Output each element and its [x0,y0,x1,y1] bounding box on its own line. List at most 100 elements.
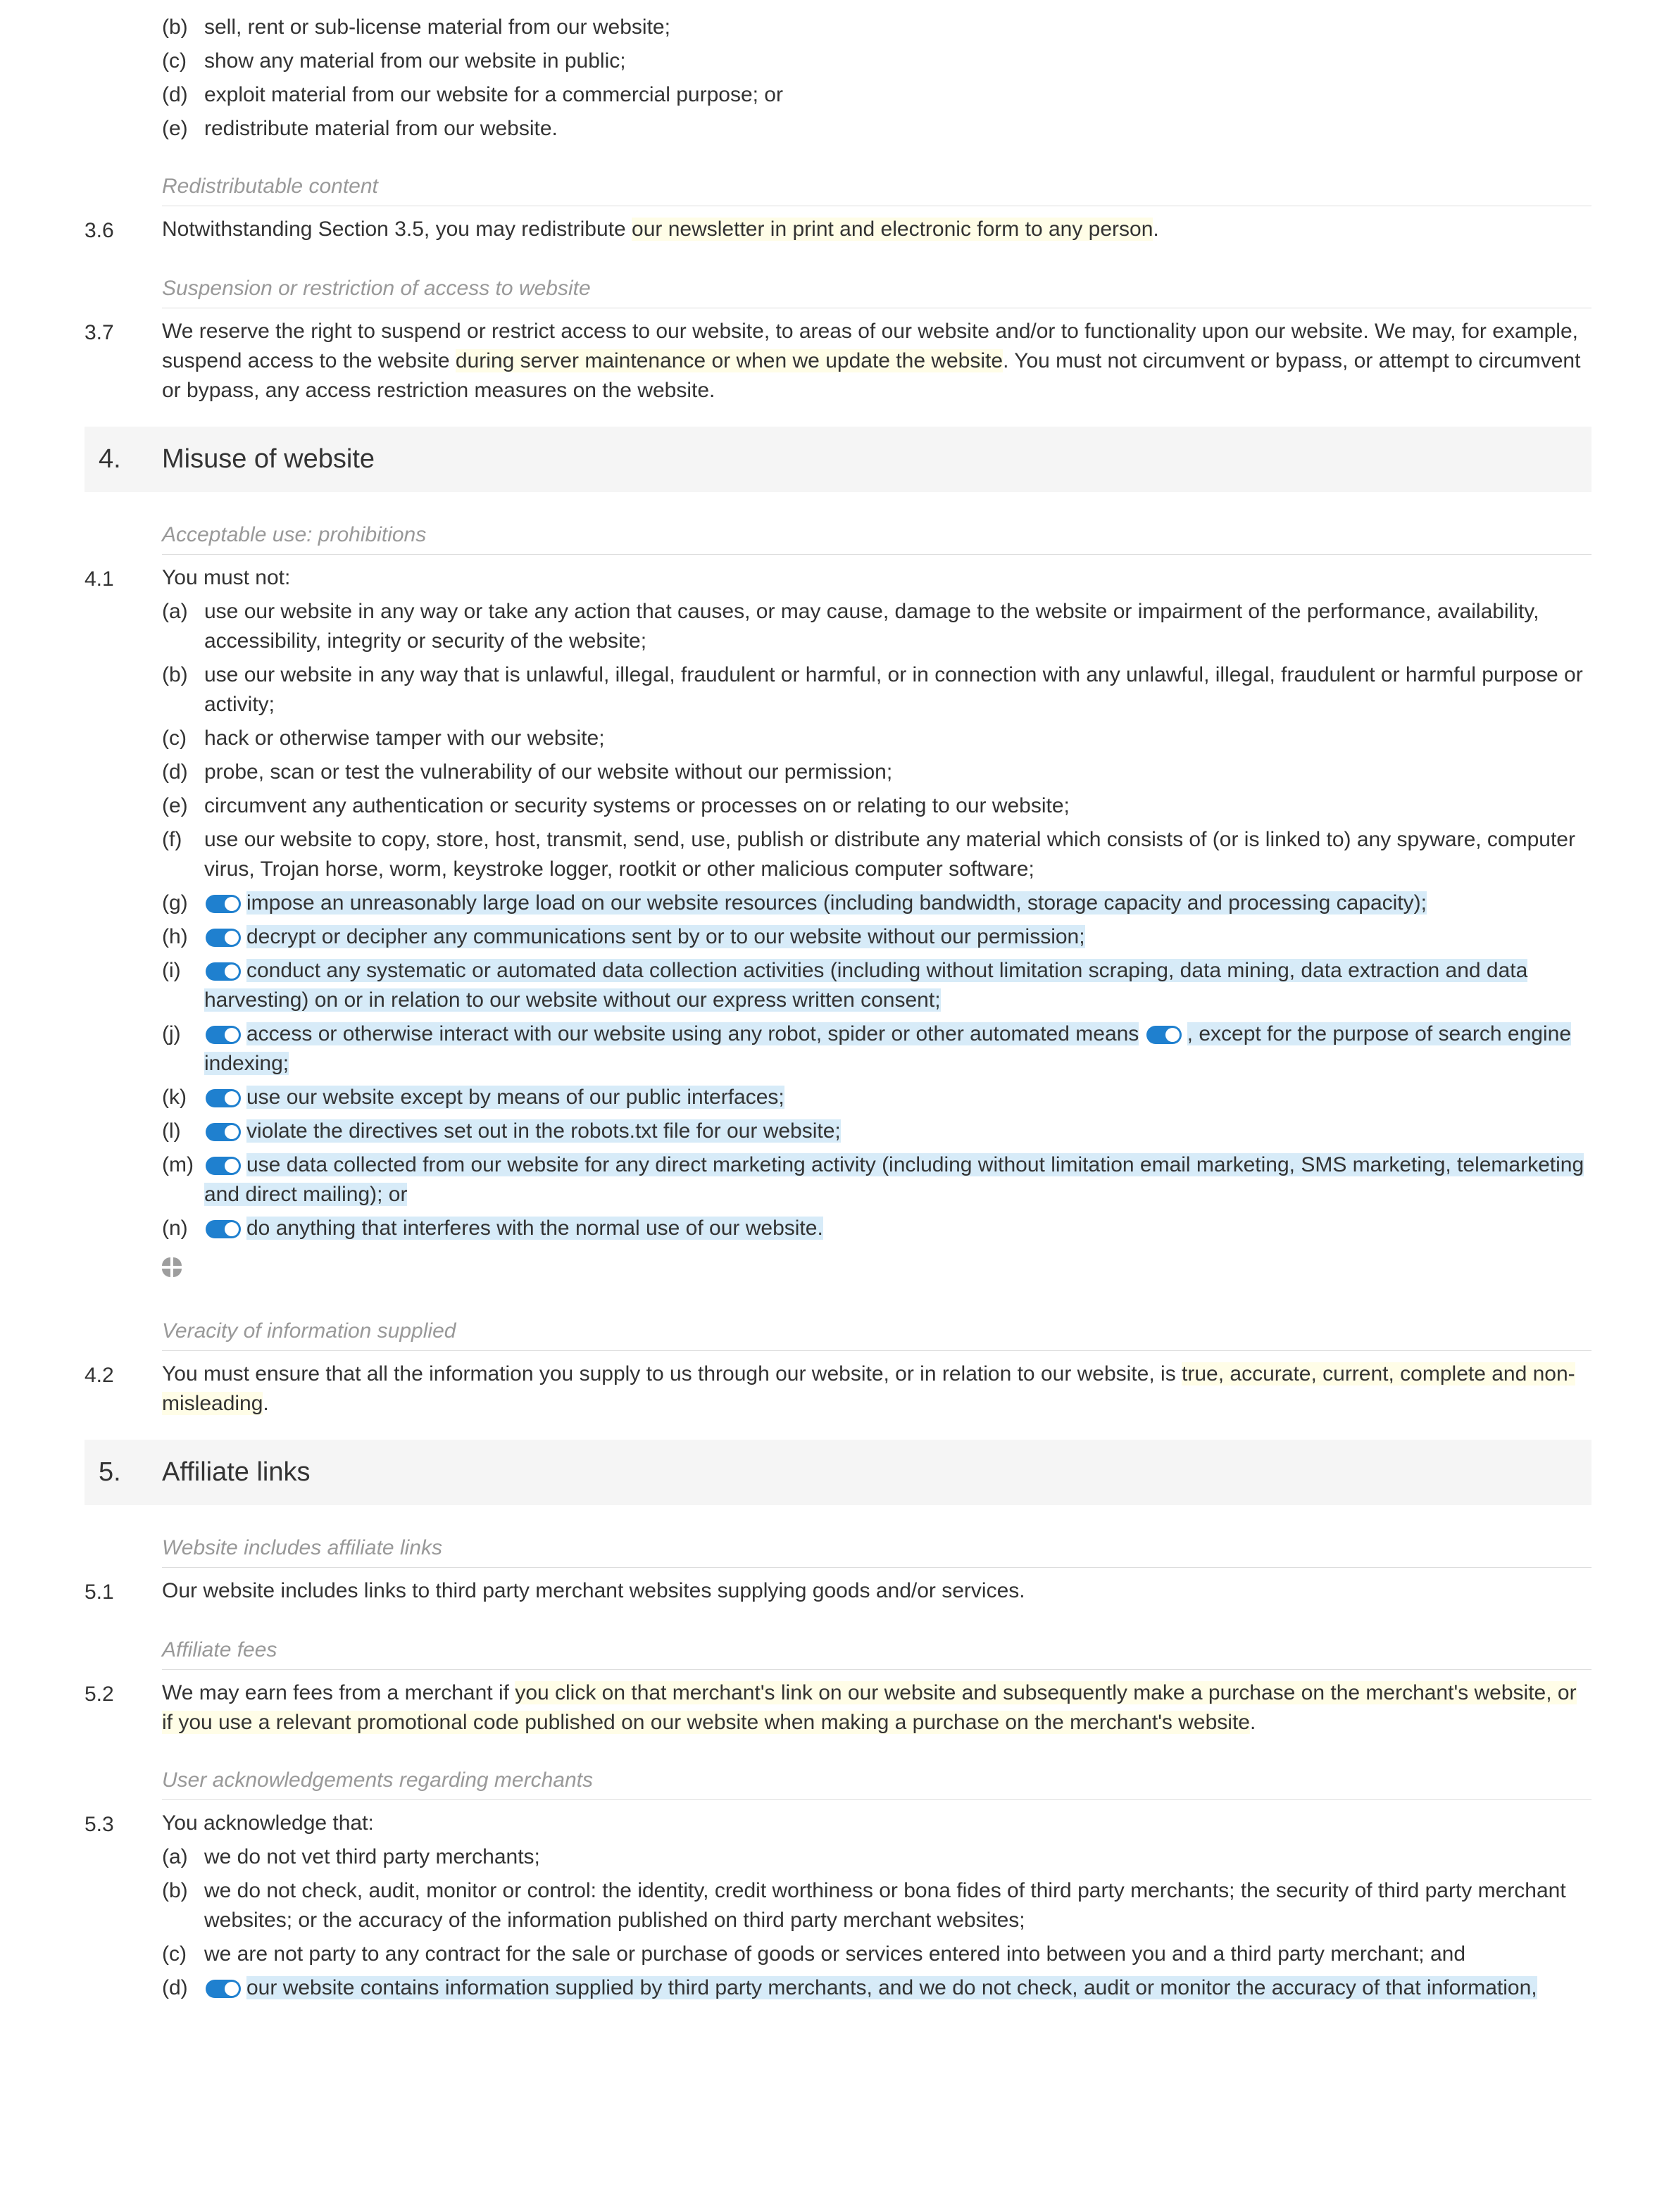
sub-j: (j)access or otherwise interact with our… [162,1019,1591,1079]
sub-text: show any material from our website in pu… [204,46,1591,76]
text: . [1250,1711,1256,1734]
toggle-icon[interactable] [206,1980,241,1998]
sub-a: (a)we do not vet third party merchants; [162,1842,1591,1872]
sub-text: sell, rent or sub-license material from … [204,13,1591,42]
clause-4-2: 4.2 You must ensure that all the informa… [85,1359,1591,1419]
section-5-heading: 5. Affiliate links [85,1440,1591,1505]
sub-c: (c) show any material from our website i… [162,46,1591,76]
toggle-icon[interactable] [206,1123,241,1141]
clause-3-5-cont: (b) sell, rent or sub-license material f… [85,8,1591,144]
clause-3-7: 3.7 We reserve the right to suspend or r… [85,317,1591,406]
clause-num: 4.1 [85,563,162,1288]
sub-d: (d)our website contains information supp… [162,1973,1591,2003]
sub-text: use our website in any way or take any a… [204,597,1591,656]
clause-5-3: 5.3 You acknowledge that: (a)we do not v… [85,1809,1591,2003]
sub-b: (b)we do not check, audit, monitor or co… [162,1876,1591,1935]
sub-text: we do not check, audit, monitor or contr… [204,1876,1591,1935]
subtitle-redistributable: Redistributable content [162,165,1591,206]
sub-h: (h)decrypt or decipher any communication… [162,922,1591,952]
sub-text: we do not vet third party merchants; [204,1842,1591,1872]
toggle-icon[interactable] [206,1089,241,1107]
highlight: during server maintenance or when we upd… [456,349,1003,372]
sub-letter: (c) [162,46,204,76]
clause-num: 5.1 [85,1576,162,1607]
toggle-icon[interactable] [1146,1026,1182,1044]
section-title: Misuse of website [162,441,375,478]
sub-d: (d)probe, scan or test the vulnerability… [162,758,1591,787]
section-num: 4. [99,441,162,478]
intro: You must not: [162,563,1591,593]
clause-5-2: 5.2 We may earn fees from a merchant if … [85,1678,1591,1737]
clause-body: (b) sell, rent or sub-license material f… [162,8,1591,144]
clause-body: We reserve the right to suspend or restr… [162,317,1591,406]
clause-num: 5.3 [85,1809,162,2003]
toggle-icon[interactable] [206,1026,241,1044]
clause-num-empty [85,8,162,144]
sub-text: impose an unreasonably large load on our… [246,891,1427,915]
sub-text: do anything that interferes with the nor… [246,1217,823,1240]
toggle-icon[interactable] [206,1157,241,1175]
sub-a: (a)use our website in any way or take an… [162,597,1591,656]
sub-text: probe, scan or test the vulnerability of… [204,758,1591,787]
add-item-icon[interactable] [162,1257,182,1277]
section-4-heading: 4. Misuse of website [85,427,1591,492]
sub-n: (n)do anything that interferes with the … [162,1214,1591,1243]
sub-text: use our website in any way that is unlaw… [204,660,1591,719]
clause-body: Notwithstanding Section 3.5, you may red… [162,215,1591,246]
clause-5-1: 5.1 Our website includes links to third … [85,1576,1591,1607]
toggle-icon[interactable] [206,895,241,913]
clause-num: 4.2 [85,1359,162,1419]
sub-letter: (e) [162,114,204,144]
sub-text: access or otherwise interact with our we… [246,1022,1139,1045]
subtitle-affiliate-3: User acknowledgements regarding merchant… [162,1759,1591,1800]
clause-body: We may earn fees from a merchant if you … [162,1678,1591,1737]
text: . [1153,218,1158,241]
toggle-icon[interactable] [206,1220,241,1238]
sub-text: our website contains information supplie… [246,1976,1537,1999]
sub-text: use our website to copy, store, host, tr… [204,825,1591,884]
sub-text: circumvent any authentication or securit… [204,791,1591,821]
clause-num: 3.6 [85,215,162,246]
subtitle-veracity: Veracity of information supplied [162,1309,1591,1351]
sub-b: (b)use our website in any way that is un… [162,660,1591,719]
sub-text: hack or otherwise tamper with our websit… [204,724,1591,753]
sub-g: (g)impose an unreasonably large load on … [162,888,1591,918]
sub-letter: (b) [162,13,204,42]
sub-c: (c)hack or otherwise tamper with our web… [162,724,1591,753]
clause-num: 5.2 [85,1678,162,1737]
sub-text: exploit material from our website for a … [204,80,1591,110]
text: . [263,1392,268,1415]
intro: You acknowledge that: [162,1809,1591,1838]
text: You must ensure that all the information… [162,1362,1182,1385]
clause-body: You acknowledge that: (a)we do not vet t… [162,1809,1591,2003]
sub-text: use our website except by means of our p… [246,1086,784,1109]
sub-c: (c)we are not party to any contract for … [162,1940,1591,1969]
sub-m: (m)use data collected from our website f… [162,1150,1591,1209]
sub-text: violate the directives set out in the ro… [246,1119,841,1143]
clause-body: Our website includes links to third part… [162,1576,1591,1607]
toggle-icon[interactable] [206,929,241,947]
sub-text: redistribute material from our website. [204,114,1591,144]
sub-d: (d) exploit material from our website fo… [162,80,1591,110]
sub-l: (l)violate the directives set out in the… [162,1117,1591,1146]
text: We may earn fees from a merchant if [162,1681,515,1704]
sub-letter: (d) [162,80,204,110]
sub-i: (i)conduct any systematic or automated d… [162,956,1591,1015]
highlight: our newsletter in print and electronic f… [632,218,1153,241]
clause-4-1: 4.1 You must not: (a)use our website in … [85,563,1591,1288]
clause-body: You must ensure that all the information… [162,1359,1591,1419]
sub-e: (e) redistribute material from our websi… [162,114,1591,144]
clause-body: You must not: (a)use our website in any … [162,563,1591,1288]
sub-k: (k)use our website except by means of ou… [162,1083,1591,1112]
clause-3-6: 3.6 Notwithstanding Section 3.5, you may… [85,215,1591,246]
sub-text: decrypt or decipher any communications s… [246,925,1085,948]
clause-num: 3.7 [85,317,162,406]
text: Notwithstanding Section 3.5, you may red… [162,218,632,241]
toggle-icon[interactable] [206,962,241,981]
section-title: Affiliate links [162,1454,311,1491]
sub-text: use data collected from our website for … [204,1153,1584,1206]
subtitle-affiliate-1: Website includes affiliate links [162,1526,1591,1568]
sub-text: conduct any systematic or automated data… [204,959,1527,1012]
subtitle-suspension: Suspension or restriction of access to w… [162,267,1591,308]
subtitle-affiliate-2: Affiliate fees [162,1628,1591,1670]
